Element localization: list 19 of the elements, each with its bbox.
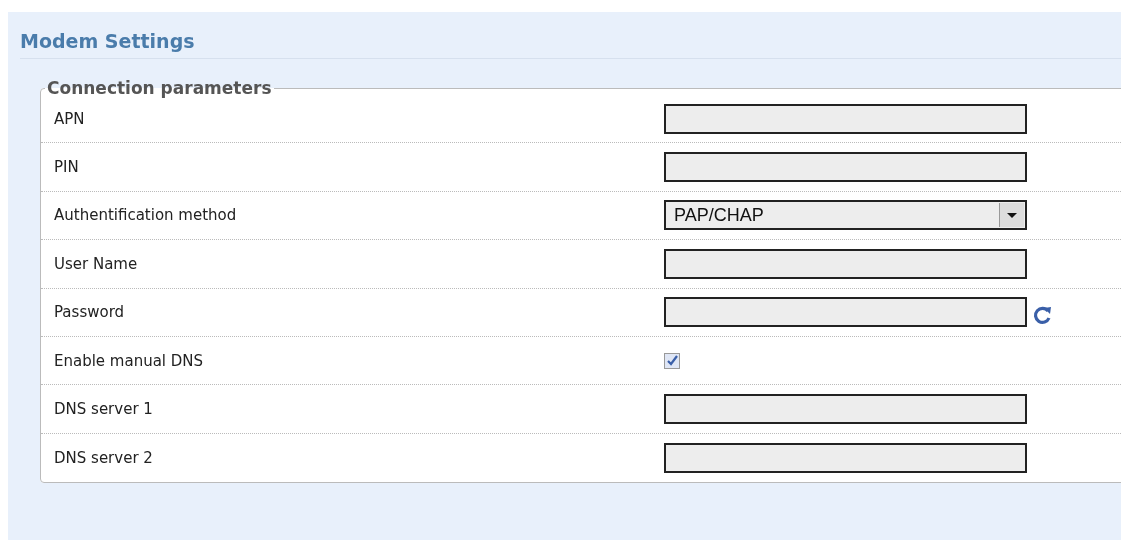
password-field[interactable] [664, 297, 1027, 328]
method-dropdown[interactable]: PAP/CHAP [664, 200, 1027, 231]
page-title: Modem Settings [20, 30, 195, 54]
field-label: DNS server 2 [53, 448, 154, 467]
text-field[interactable] [664, 248, 1027, 279]
field-label: DNS server 1 [53, 400, 154, 419]
refresh-icon[interactable] [1033, 305, 1053, 326]
checkbox[interactable] [664, 352, 680, 369]
text-field[interactable] [664, 442, 1027, 473]
field-label: PIN [53, 158, 80, 177]
field-label: User Name [53, 254, 139, 273]
field-label: Authentification method [53, 206, 238, 225]
field-label: Enable manual DNS [53, 351, 205, 370]
text-field[interactable] [664, 103, 1027, 134]
field-label: APN [53, 109, 86, 128]
field-label: Password [53, 303, 126, 322]
caret-icon [999, 203, 1024, 228]
text-field[interactable] [664, 152, 1027, 183]
text-field[interactable] [664, 394, 1027, 425]
